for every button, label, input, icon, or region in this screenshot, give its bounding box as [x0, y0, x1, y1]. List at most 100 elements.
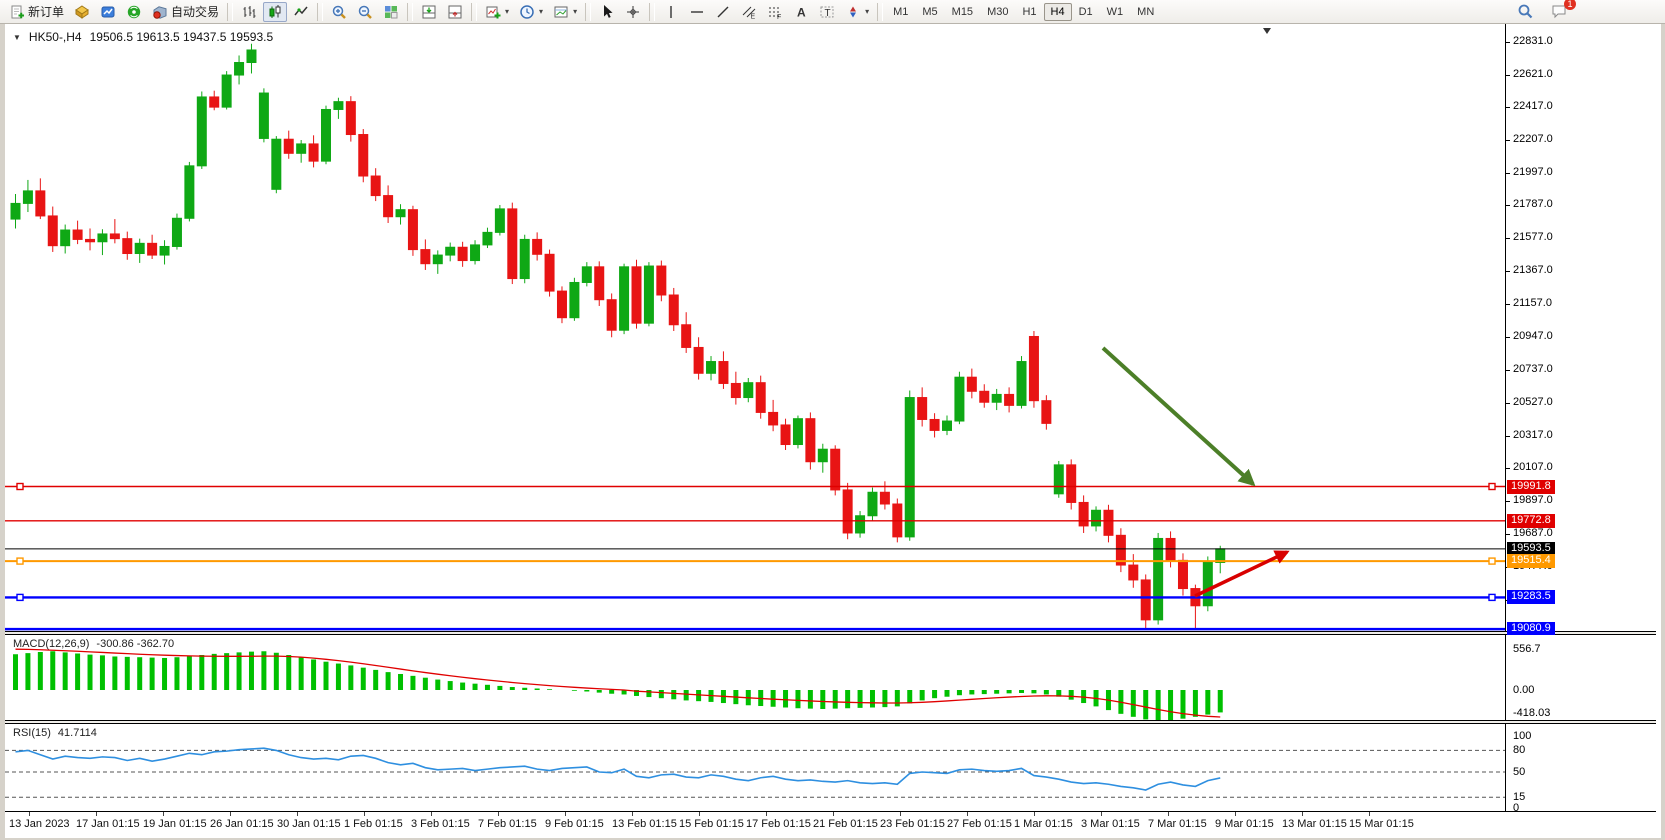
price-level-badge: 19772.8	[1507, 514, 1555, 528]
cursor-button[interactable]	[595, 2, 619, 22]
timeframe-d1[interactable]: D1	[1072, 3, 1100, 21]
horizontal-line-button[interactable]	[685, 2, 709, 22]
axis-tick	[1506, 238, 1510, 239]
price-chart-plot[interactable]	[5, 24, 1505, 631]
candle-body	[408, 210, 417, 250]
price-level-badge: 19515.4	[1507, 554, 1555, 568]
line-handle[interactable]	[17, 594, 23, 600]
candle-body	[1017, 362, 1026, 406]
time-tick	[699, 812, 700, 816]
line-handle[interactable]	[1489, 594, 1495, 600]
dropdown-caret-icon[interactable]: ▾	[539, 7, 543, 16]
candle-body	[259, 93, 268, 138]
time-axis[interactable]: 13 Jan 202317 Jan 01:1519 Jan 01:1526 Ja…	[5, 812, 1656, 838]
price-level-badge: 19991.8	[1507, 480, 1555, 494]
rsi-plot[interactable]	[5, 724, 1505, 811]
time-label: 1 Feb 01:15	[344, 818, 403, 830]
candle-body	[322, 109, 331, 161]
signals-button[interactable]	[122, 2, 146, 22]
zoom-out-button[interactable]	[353, 2, 377, 22]
new-order-button[interactable]: 新订单	[5, 2, 68, 22]
price-tick-label: 21577.0	[1513, 231, 1553, 243]
text-button[interactable]: A	[789, 2, 813, 22]
search-button[interactable]	[1513, 1, 1537, 21]
vertical-line-button[interactable]	[659, 2, 683, 22]
rsi-tick-label: 80	[1513, 744, 1525, 756]
subwin-down-icon	[421, 4, 437, 20]
candle-body	[632, 267, 641, 323]
candle-body	[1129, 565, 1138, 580]
timeframe-h4[interactable]: H4	[1044, 3, 1072, 21]
candle-body	[1005, 394, 1014, 405]
time-tick	[1168, 812, 1169, 816]
macd-values: -300.86 -362.70	[96, 638, 174, 650]
metaquotes-button[interactable]	[70, 2, 94, 22]
line-handle[interactable]	[17, 558, 23, 564]
period-button[interactable]: ▾	[515, 2, 547, 22]
price-tick-label: 22417.0	[1513, 100, 1553, 112]
candlestick-chart-button[interactable]	[263, 2, 287, 22]
label-button[interactable]: T	[815, 2, 839, 22]
axis-tick	[1506, 271, 1510, 272]
macd-tick-label: -418.03	[1513, 707, 1550, 719]
macd-plot[interactable]	[5, 635, 1505, 720]
chat-button[interactable]: 1	[1547, 1, 1571, 21]
fibonacci-button[interactable]: F	[763, 2, 787, 22]
line-handle[interactable]	[17, 484, 23, 490]
timeframe-m30[interactable]: M30	[980, 3, 1015, 21]
zoom-in-button[interactable]	[327, 2, 351, 22]
cursor-icon	[599, 4, 615, 20]
autotrading-button[interactable]: 自动交易	[148, 2, 223, 22]
line-handle[interactable]	[1489, 484, 1495, 490]
timeframe-m1[interactable]: M1	[886, 3, 915, 21]
time-label: 9 Mar 01:15	[1215, 818, 1274, 830]
timeframe-w1[interactable]: W1	[1100, 3, 1131, 21]
timeframe-mn[interactable]: MN	[1130, 3, 1161, 21]
axis-tick	[1506, 436, 1510, 437]
macd-tick-label: 0.00	[1513, 684, 1534, 696]
show-subwindow-button[interactable]	[417, 2, 441, 22]
data-window-button[interactable]	[96, 2, 120, 22]
hide-subwindow-button[interactable]	[443, 2, 467, 22]
candle-body	[446, 247, 455, 255]
crosshair-button[interactable]	[621, 2, 645, 22]
time-tick	[230, 812, 231, 816]
channel-icon: E	[741, 4, 757, 20]
candle-body	[943, 421, 952, 430]
arrows-button[interactable]: ▾	[841, 2, 873, 22]
price-tick-label: 21997.0	[1513, 166, 1553, 178]
svg-text:A: A	[797, 5, 806, 19]
dropdown-caret-icon[interactable]: ▾	[573, 7, 577, 16]
trendline-button[interactable]	[711, 2, 735, 22]
notification-badge: 1	[1564, 0, 1576, 10]
candle-body	[284, 139, 293, 153]
candle-body	[669, 295, 678, 325]
tile-windows-button[interactable]	[379, 2, 403, 22]
candle-body	[682, 325, 691, 348]
candle-body	[384, 196, 393, 217]
price-tick-label: 20947.0	[1513, 330, 1553, 342]
chart-symbol-period: HK50-,H4	[29, 30, 82, 44]
candle-body	[433, 255, 442, 264]
candle-body	[769, 412, 778, 425]
tiles-icon	[383, 4, 399, 20]
channel-button[interactable]: E	[737, 2, 761, 22]
line-handle[interactable]	[1489, 558, 1495, 564]
time-label: 15 Mar 01:15	[1349, 818, 1414, 830]
dropdown-caret-icon[interactable]: ▾	[865, 7, 869, 16]
template-button[interactable]: ▾	[549, 2, 581, 22]
bar-chart-button[interactable]	[237, 2, 261, 22]
candle-body	[1092, 510, 1101, 526]
rsi-name: RSI(15)	[13, 727, 51, 739]
line-chart-button[interactable]	[289, 2, 313, 22]
timeframe-h1[interactable]: H1	[1015, 3, 1043, 21]
add-indicator-button[interactable]: ▾	[481, 2, 513, 22]
candle-body	[458, 247, 467, 260]
time-tick	[833, 812, 834, 816]
candle-body	[110, 234, 119, 239]
time-label: 30 Jan 01:15	[277, 818, 341, 830]
timeframe-m15[interactable]: M15	[945, 3, 980, 21]
timeframe-m5[interactable]: M5	[915, 3, 944, 21]
chart-dropdown-icon[interactable]: ▼	[13, 33, 21, 42]
dropdown-caret-icon[interactable]: ▾	[505, 7, 509, 16]
